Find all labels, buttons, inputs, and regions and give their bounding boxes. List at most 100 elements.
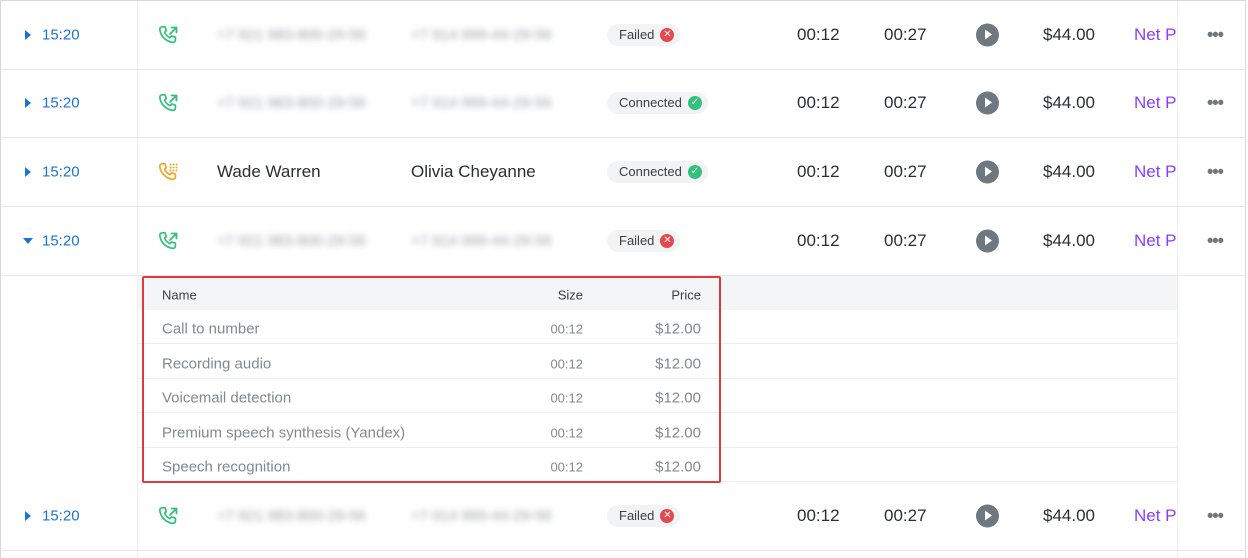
billed-duration: 00:27	[884, 231, 927, 250]
caller: +7 921 983-800-29-56	[217, 507, 366, 525]
call-row[interactable]: 15:20 +7 921 983-800-29-56 +7 914 999-44-2…	[1, 69, 1245, 138]
x-icon: ✕	[660, 28, 675, 42]
play-icon[interactable]	[976, 504, 999, 528]
call-price: $44.00	[1043, 506, 1095, 525]
details-item-price: $12.00	[655, 424, 701, 442]
tariff-link[interactable]: Net P	[1134, 93, 1176, 113]
details-row: Premium speech synthesis (Yandex) 00:12 $1…	[144, 416, 719, 450]
details-item-price: $12.00	[655, 389, 701, 407]
expand-toggle-icon[interactable]	[25, 30, 31, 40]
tariff-link[interactable]: Net P	[1134, 231, 1176, 251]
details-row: Speech recognition 00:12 $12.00	[144, 450, 719, 484]
expand-toggle-icon[interactable]	[25, 167, 31, 177]
expand-toggle-icon[interactable]	[25, 511, 31, 521]
call-duration: 00:12	[797, 506, 840, 525]
details-header-row: Name Size Price	[144, 278, 719, 312]
details-item-name: Recording audio	[162, 355, 272, 373]
call-duration: 00:12	[797, 25, 840, 44]
details-item-name: Call to number	[162, 320, 260, 338]
status-label: Connected	[619, 164, 682, 179]
call-time-link[interactable]: 15:20	[42, 164, 80, 181]
billed-duration: 00:27	[884, 93, 927, 112]
details-item-size: 00:12	[550, 356, 583, 372]
call-time-link[interactable]: 15:20	[42, 27, 80, 44]
more-horizontal-icon[interactable]: •••	[1207, 93, 1224, 114]
phone-outgoing-icon	[158, 93, 178, 113]
details-item-price: $12.00	[655, 320, 701, 338]
more-horizontal-icon[interactable]: •••	[1207, 25, 1224, 46]
x-icon: ✕	[660, 509, 675, 523]
call-row[interactable]: 15:20 Wade Warren Olivia Cheyanne Connected…	[1, 138, 1245, 207]
play-icon[interactable]	[976, 229, 999, 253]
tariff-link[interactable]: Net P	[1134, 506, 1176, 526]
status-label: Failed	[619, 233, 655, 248]
caller: +7 921 983-800-29-56	[217, 26, 366, 44]
collapse-toggle-icon[interactable]	[23, 238, 33, 244]
call-price: $44.00	[1043, 162, 1095, 181]
call-price: $44.00	[1043, 25, 1095, 44]
status-label: Failed	[619, 27, 655, 42]
callee: +7 914 999-44-29-56	[411, 94, 552, 112]
call-price: $44.00	[1043, 231, 1095, 250]
call-row[interactable]: 15:20 +7 921 983-800-29-56 +7 914 999-44-2…	[1, 1, 1245, 70]
callee: +7 914 999-44-29-56	[411, 232, 552, 250]
details-header-price: Price	[671, 287, 701, 303]
details-row: Recording audio 00:12 $12.00	[144, 347, 719, 381]
details-item-price: $12.00	[655, 458, 701, 476]
status-badge: Connected ✓	[607, 161, 708, 183]
tariff-link[interactable]: Net P	[1134, 25, 1176, 45]
details-item-size: 00:12	[550, 390, 583, 406]
call-log-table: 15:20 +7 921 983-800-29-56 +7 914 999-44-2…	[0, 0, 1246, 558]
more-horizontal-icon[interactable]: •••	[1207, 231, 1224, 252]
details-row: Call to number 00:12 $12.00	[144, 312, 719, 346]
details-row: Voicemail detection 00:12 $12.00	[144, 381, 719, 415]
billed-duration: 00:27	[884, 506, 927, 525]
check-icon: ✓	[687, 96, 702, 110]
details-header-size: Size	[557, 287, 583, 303]
phone-outgoing-icon	[158, 231, 178, 251]
call-details-table: Name Size Price Call to number 00:12 $12.00 Re…	[142, 276, 721, 483]
caller: +7 921 983-800-29-56	[217, 232, 366, 250]
call-row[interactable]: 15:20 +7 921 983-800-29-56 +7 914 999-44-2…	[1, 482, 1245, 551]
play-icon[interactable]	[976, 23, 999, 47]
details-item-name: Speech recognition	[162, 458, 291, 476]
callee: +7 914 999-44-29-56	[411, 26, 552, 44]
check-icon: ✓	[687, 165, 702, 179]
caller: +7 921 983-800-29-56	[217, 94, 366, 112]
play-icon[interactable]	[976, 160, 999, 184]
tariff-link[interactable]: Net P	[1134, 162, 1176, 182]
callee: +7 914 999-44-29-56	[411, 507, 552, 525]
callee: Olivia Cheyanne	[411, 162, 536, 181]
call-row[interactable]: 15:20 +7 921 983-800-29-56 +7 914 999-44-2…	[1, 207, 1245, 276]
call-price: $44.00	[1043, 93, 1095, 112]
billed-duration: 00:27	[884, 25, 927, 44]
billed-duration: 00:27	[884, 162, 927, 181]
call-time-link[interactable]: 15:20	[42, 95, 80, 112]
details-item-name: Voicemail detection	[162, 389, 292, 407]
phone-dialpad-icon	[158, 162, 178, 182]
call-duration: 00:12	[797, 93, 840, 112]
status-badge: Failed ✕	[607, 24, 681, 46]
details-item-size: 00:12	[550, 425, 583, 441]
phone-outgoing-icon	[158, 25, 178, 45]
caller: Wade Warren	[217, 162, 321, 181]
call-duration: 00:12	[797, 231, 840, 250]
x-icon: ✕	[660, 234, 675, 248]
call-time-link[interactable]: 15:20	[42, 233, 80, 250]
status-badge: Connected ✓	[607, 92, 708, 114]
call-duration: 00:12	[797, 162, 840, 181]
more-horizontal-icon[interactable]: •••	[1207, 162, 1224, 183]
details-item-size: 00:12	[550, 459, 583, 475]
expand-toggle-icon[interactable]	[25, 98, 31, 108]
details-item-price: $12.00	[655, 355, 701, 373]
details-header-name: Name	[162, 287, 197, 303]
status-label: Connected	[619, 95, 682, 110]
phone-outgoing-icon	[158, 506, 178, 526]
more-horizontal-icon[interactable]: •••	[1207, 506, 1224, 527]
status-label: Failed	[619, 508, 655, 523]
play-icon[interactable]	[976, 91, 999, 115]
status-badge: Failed ✕	[607, 230, 681, 252]
details-item-size: 00:12	[550, 321, 583, 337]
call-time-link[interactable]: 15:20	[42, 508, 80, 525]
status-badge: Failed ✕	[607, 505, 681, 527]
